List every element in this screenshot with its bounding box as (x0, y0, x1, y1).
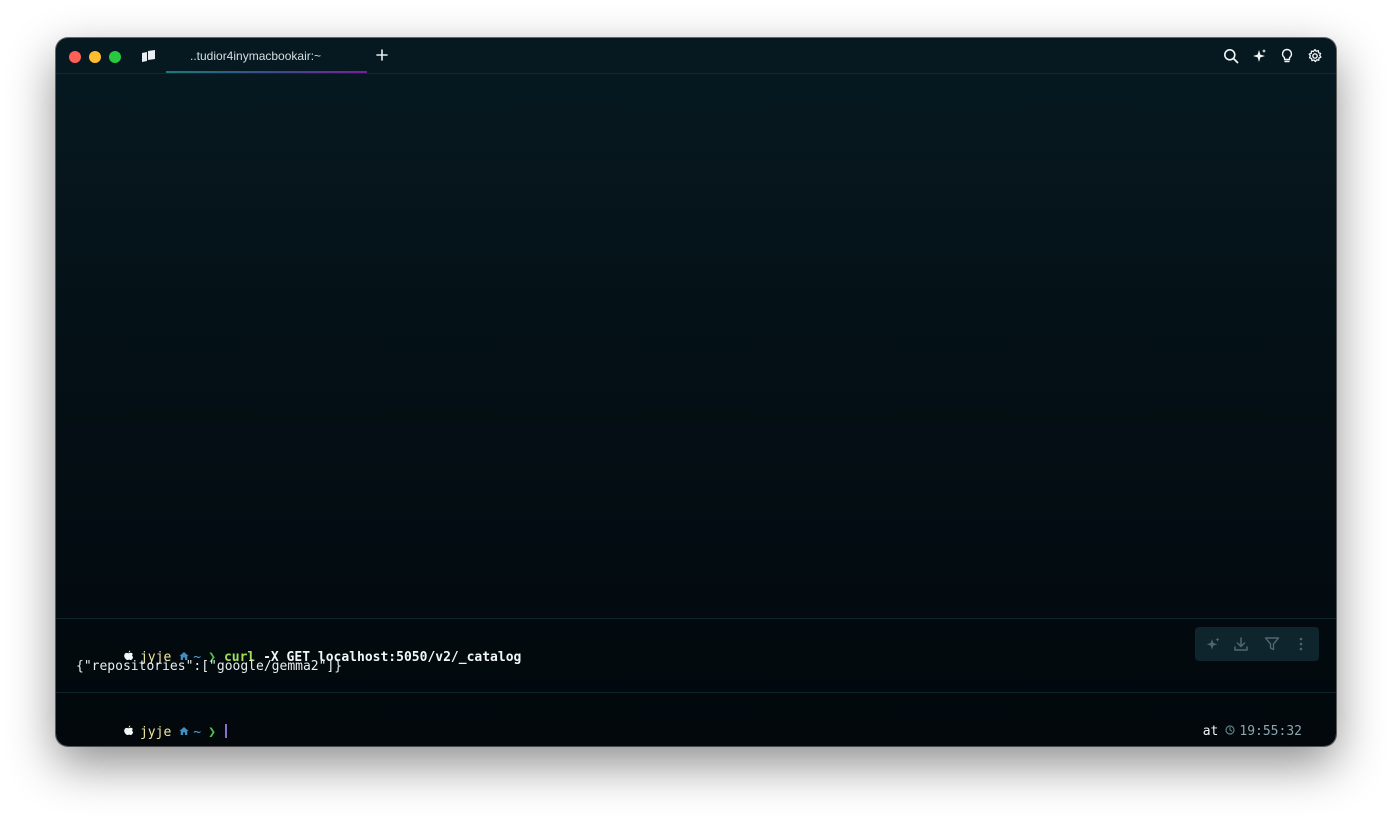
input-prompt-row[interactable]: jyje ~ ❯ at 19:55:32 (56, 692, 1336, 746)
tab-title: ..tudior4inymacbookair:~ (190, 49, 322, 63)
command-block[interactable]: jyje ~ ❯ curl -X GET localhost:5050/v2/_ca… (56, 618, 1336, 693)
title-bar: ..tudior4inymacbookair:~ (56, 38, 1336, 74)
more-vertical-icon[interactable] (1293, 636, 1309, 652)
text-cursor (224, 724, 227, 738)
clock-icon (1225, 725, 1235, 735)
download-icon[interactable] (1233, 636, 1249, 652)
close-window-button[interactable] (69, 51, 81, 63)
tab-active[interactable]: ..tudior4inymacbookair:~ (166, 38, 367, 73)
block-toolbar (1195, 627, 1319, 661)
home-icon (179, 727, 189, 735)
prompt-path: ~ (193, 725, 202, 740)
minimize-window-button[interactable] (89, 51, 101, 63)
command-output: {"repositories":["google/gemma2"]} (76, 659, 343, 674)
filter-icon[interactable] (1264, 636, 1280, 652)
prompt-time-status: at 19:55:32 (1156, 709, 1302, 746)
apple-icon (124, 725, 134, 735)
prompt-time: 19:55:32 (1239, 724, 1302, 739)
tab-active-indicator (166, 71, 367, 73)
prompt-chevron: ❯ (208, 725, 216, 740)
input-prompt[interactable]: jyje ~ ❯ (76, 709, 227, 746)
search-icon[interactable] (1223, 48, 1239, 64)
terminal-window: ..tudior4inymacbookair:~ jyje ~ ❯ curl -… (56, 38, 1336, 746)
plus-icon (376, 49, 388, 61)
ai-sparkle-icon[interactable] (1205, 636, 1221, 652)
lightbulb-icon[interactable] (1279, 48, 1295, 64)
prompt-user: jyje (139, 725, 172, 740)
at-label: at (1202, 724, 1219, 739)
sparkle-icon[interactable] (1251, 48, 1267, 64)
tabs-panel-icon[interactable] (141, 49, 157, 63)
maximize-window-button[interactable] (109, 51, 121, 63)
new-tab-button[interactable] (374, 47, 390, 63)
gear-icon[interactable] (1307, 48, 1323, 64)
